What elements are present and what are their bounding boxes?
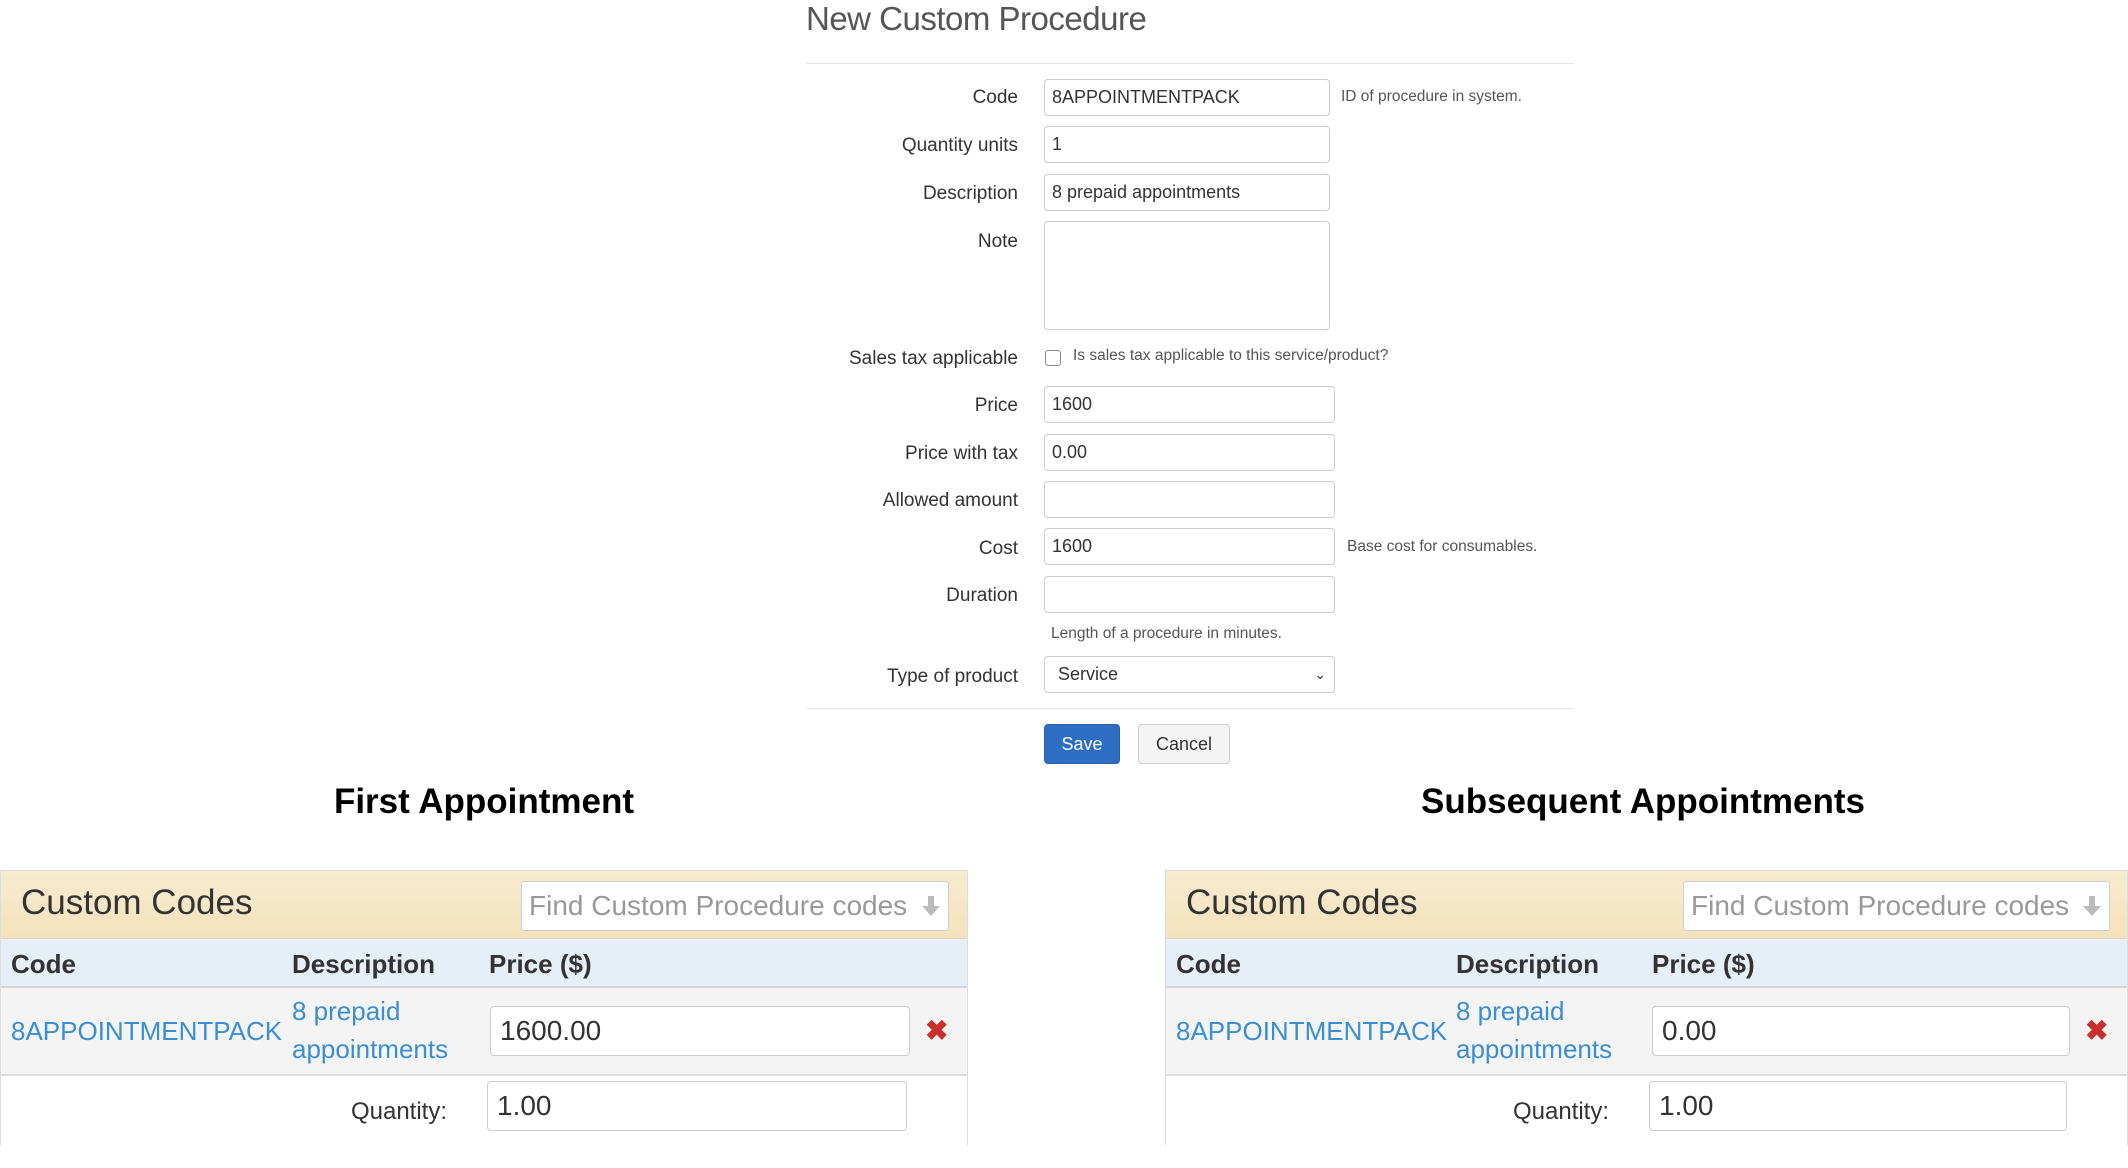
- column-header-price: Price ($): [489, 949, 592, 979]
- price-with-tax-label: Price with tax: [905, 443, 1018, 464]
- page-title: New Custom Procedure: [806, 0, 1147, 37]
- quantity-input[interactable]: 1.00: [1649, 1081, 2067, 1131]
- column-header-code: Code: [1176, 949, 1241, 979]
- code-link[interactable]: 8APPOINTMENTPACK: [1176, 1012, 1447, 1050]
- remove-icon[interactable]: ✖: [2085, 1014, 2108, 1047]
- price-with-tax-input[interactable]: 0.00: [1044, 434, 1335, 471]
- table-header: Code Description Price ($): [1166, 939, 2127, 988]
- quantity-units-label: Quantity units: [901, 135, 1018, 156]
- note-textarea[interactable]: [1044, 221, 1330, 330]
- description-line: 8 prepaid: [1456, 996, 1565, 1026]
- custom-codes-panel-subsequent: Custom Codes Find Custom Procedure codes…: [1165, 870, 2128, 1146]
- duration-help: Length of a procedure in minutes.: [1051, 625, 1282, 642]
- search-placeholder: Find Custom Procedure codes: [1691, 890, 2070, 921]
- cancel-button[interactable]: Cancel: [1138, 724, 1230, 764]
- description-line: appointments: [1456, 1034, 1613, 1064]
- column-header-price: Price ($): [1652, 949, 1755, 979]
- price-input[interactable]: 1600: [1044, 386, 1335, 423]
- duration-label: Duration: [946, 585, 1018, 606]
- price-label: Price: [974, 395, 1018, 416]
- find-codes-input[interactable]: Find Custom Procedure codes: [521, 881, 949, 931]
- description-link[interactable]: 8 prepaid appointments: [292, 992, 448, 1068]
- code-link[interactable]: 8APPOINTMENTPACK: [11, 1012, 282, 1050]
- type-of-product-value: Service: [1058, 664, 1119, 684]
- sales-tax-help: Is sales tax applicable to this service/…: [1073, 347, 1389, 364]
- price-input[interactable]: 1600.00: [490, 1006, 910, 1056]
- panel-title: Custom Codes: [21, 883, 253, 922]
- divider: [806, 63, 1574, 64]
- column-header-description: Description: [292, 949, 436, 979]
- panel-header: Custom Codes Find Custom Procedure codes: [1, 871, 967, 939]
- description-line: appointments: [292, 1034, 449, 1064]
- description-input[interactable]: 8 prepaid appointments: [1044, 174, 1330, 211]
- quantity-label: Quantity:: [350, 1098, 447, 1125]
- panel-title: Custom Codes: [1186, 883, 1418, 922]
- cost-label: Cost: [978, 538, 1018, 559]
- type-of-product-select[interactable]: Service ⌄: [1044, 656, 1335, 693]
- note-label: Note: [977, 231, 1018, 252]
- quantity-row: Quantity: 1.00: [1, 1076, 967, 1146]
- sales-tax-label: Sales tax applicable: [849, 348, 1018, 369]
- save-button[interactable]: Save: [1044, 724, 1120, 764]
- price-input[interactable]: 0.00: [1652, 1006, 2070, 1056]
- subsequent-appointments-heading: Subsequent Appointments: [1421, 782, 1865, 821]
- custom-codes-panel-first: Custom Codes Find Custom Procedure codes…: [0, 870, 968, 1146]
- table-row: 8APPOINTMENTPACK 8 prepaid appointments …: [1166, 988, 2127, 1076]
- duration-input[interactable]: [1044, 576, 1335, 613]
- first-appointment-heading: First Appointment: [333, 782, 635, 821]
- table-header: Code Description Price ($): [1, 939, 967, 988]
- code-input[interactable]: 8APPOINTMENTPACK: [1044, 79, 1330, 116]
- quantity-row: Quantity: 1.00: [1166, 1076, 2127, 1146]
- type-of-product-label: Type of product: [887, 666, 1018, 687]
- search-placeholder: Find Custom Procedure codes: [529, 890, 908, 921]
- description-line: 8 prepaid: [292, 996, 401, 1026]
- description-link[interactable]: 8 prepaid appointments: [1456, 992, 1612, 1068]
- find-codes-input[interactable]: Find Custom Procedure codes: [1683, 881, 2110, 931]
- sales-tax-checkbox[interactable]: [1045, 350, 1061, 366]
- arrow-down-icon: [922, 896, 940, 916]
- arrow-down-icon: [2083, 896, 2101, 916]
- table-row: 8APPOINTMENTPACK 8 prepaid appointments …: [1, 988, 967, 1076]
- remove-icon[interactable]: ✖: [925, 1014, 948, 1047]
- code-help: ID of procedure in system.: [1341, 88, 1522, 105]
- quantity-units-input[interactable]: 1: [1044, 126, 1330, 163]
- quantity-input[interactable]: 1.00: [487, 1081, 907, 1131]
- quantity-label: Quantity:: [1512, 1098, 1609, 1125]
- column-header-description: Description: [1456, 949, 1600, 979]
- panel-header: Custom Codes Find Custom Procedure codes: [1166, 871, 2127, 939]
- chevron-down-icon: ⌄: [1314, 666, 1326, 682]
- column-header-code: Code: [11, 949, 76, 979]
- cost-input[interactable]: 1600: [1044, 528, 1335, 565]
- allowed-amount-label: Allowed amount: [882, 490, 1018, 511]
- divider: [806, 708, 1574, 709]
- allowed-amount-input[interactable]: [1044, 481, 1335, 518]
- cost-help: Base cost for consumables.: [1347, 538, 1538, 555]
- code-label: Code: [972, 87, 1018, 108]
- description-label: Description: [922, 183, 1018, 204]
